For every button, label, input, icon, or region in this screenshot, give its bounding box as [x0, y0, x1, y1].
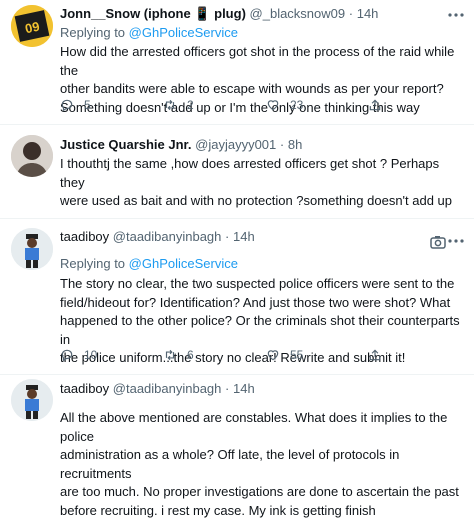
tweet-3[interactable]: taadiboy @taadibanyinbagh · 14h Replying…: [0, 218, 474, 375]
replying-to: Replying to @GhPoliceService: [60, 25, 238, 40]
author-name[interactable]: taadiboy: [60, 381, 109, 396]
avatar[interactable]: [11, 228, 53, 270]
author-name[interactable]: Justice Quarshie Jnr.: [60, 137, 192, 152]
tweet-2[interactable]: Justice Quarshie Jnr. @jayjayyy001 · 8h …: [0, 124, 474, 219]
author-name[interactable]: Jonn__Snow (iphone 📱 plug): [60, 6, 246, 21]
more-options-icon[interactable]: [448, 12, 464, 18]
retweet-count: 2: [187, 98, 194, 112]
like-count: 55: [290, 348, 303, 362]
like-button[interactable]: 55: [266, 348, 303, 362]
separator: ·: [225, 381, 229, 396]
tweet-text-line: How did the arrested officers got shot i…: [60, 43, 465, 80]
timestamp[interactable]: 14h: [233, 381, 255, 396]
tweet-text: The story no clear, the two suspected po…: [60, 275, 465, 368]
avatar[interactable]: [11, 379, 53, 421]
share-button[interactable]: [368, 98, 382, 112]
avatar[interactable]: 09: [11, 5, 53, 47]
retweet-icon: [163, 348, 177, 362]
separator: ·: [349, 6, 353, 21]
replying-to: Replying to @GhPoliceService: [60, 256, 238, 271]
tweet-text-line: administration as a whole? Off late, the…: [60, 446, 465, 483]
reply-count: 10: [84, 348, 97, 362]
share-icon: [368, 98, 382, 112]
share-button[interactable]: [368, 348, 382, 362]
more-options-icon[interactable]: [448, 238, 464, 244]
tweet-1[interactable]: 09 Jonn__Snow (iphone 📱 plug) @_blacksno…: [0, 0, 474, 125]
heart-icon: [266, 348, 280, 362]
replying-prefix: Replying to: [60, 25, 125, 40]
author-handle[interactable]: @_blacksnow09: [250, 6, 346, 21]
timestamp[interactable]: 14h: [233, 229, 255, 244]
tweet-text-line: field/hideout for? Identification? And j…: [60, 294, 465, 313]
author-handle[interactable]: @jayjayyy001: [195, 137, 276, 152]
tweet-text-line: were used as bait and with no protection…: [60, 192, 465, 211]
tweet-text-line: are too much. No proper investigations a…: [60, 483, 465, 502]
reply-button[interactable]: 5: [60, 98, 91, 112]
mention-link[interactable]: @GhPoliceService: [129, 25, 238, 40]
replying-prefix: Replying to: [60, 256, 125, 271]
author-handle[interactable]: @taadibanyinbagh: [113, 381, 222, 396]
reply-icon: [60, 98, 74, 112]
tweet-text-line: The story no clear, the two suspected po…: [60, 275, 465, 294]
camera-icon[interactable]: [430, 235, 446, 249]
heart-icon: [266, 98, 280, 112]
tweet-text-line: All the above mentioned are constables. …: [60, 409, 465, 446]
tweet-text-line: before recruiting. i rest my case. My in…: [60, 502, 465, 520]
reply-count: 5: [84, 98, 91, 112]
tweet-text-line: I thouthtj the same ,how does arrested o…: [60, 155, 465, 192]
svg-text:09: 09: [24, 19, 41, 37]
timestamp[interactable]: 14h: [357, 6, 379, 21]
avatar[interactable]: [11, 135, 53, 177]
tweet-text-line: the police uniform...the story no clear!…: [60, 349, 465, 368]
like-count: 23: [290, 98, 303, 112]
tweet-text-line: other bandits were able to escape with w…: [60, 80, 465, 99]
reply-button[interactable]: 10: [60, 348, 97, 362]
tweet-text: How did the arrested officers got shot i…: [60, 43, 465, 117]
timestamp[interactable]: 8h: [288, 137, 302, 152]
retweet-icon: [163, 98, 177, 112]
share-icon: [368, 348, 382, 362]
tweet-text-line: happened to the other police? Or the cri…: [60, 312, 465, 349]
tweet-text: I thouthtj the same ,how does arrested o…: [60, 155, 465, 211]
retweet-count: 6: [187, 348, 194, 362]
tweet-text-line: Something doesn't add up or I'm the only…: [60, 99, 465, 118]
reply-icon: [60, 348, 74, 362]
like-button[interactable]: 23: [266, 98, 303, 112]
tweet-4[interactable]: taadiboy @taadibanyinbagh · 14h All the …: [0, 374, 474, 480]
author-handle[interactable]: @taadibanyinbagh: [113, 229, 222, 244]
retweet-button[interactable]: 2: [163, 98, 194, 112]
tweet-text: All the above mentioned are constables. …: [60, 409, 465, 520]
separator: ·: [225, 229, 229, 244]
mention-link[interactable]: @GhPoliceService: [129, 256, 238, 271]
separator: ·: [280, 137, 284, 152]
author-name[interactable]: taadiboy: [60, 229, 109, 244]
retweet-button[interactable]: 6: [163, 348, 194, 362]
